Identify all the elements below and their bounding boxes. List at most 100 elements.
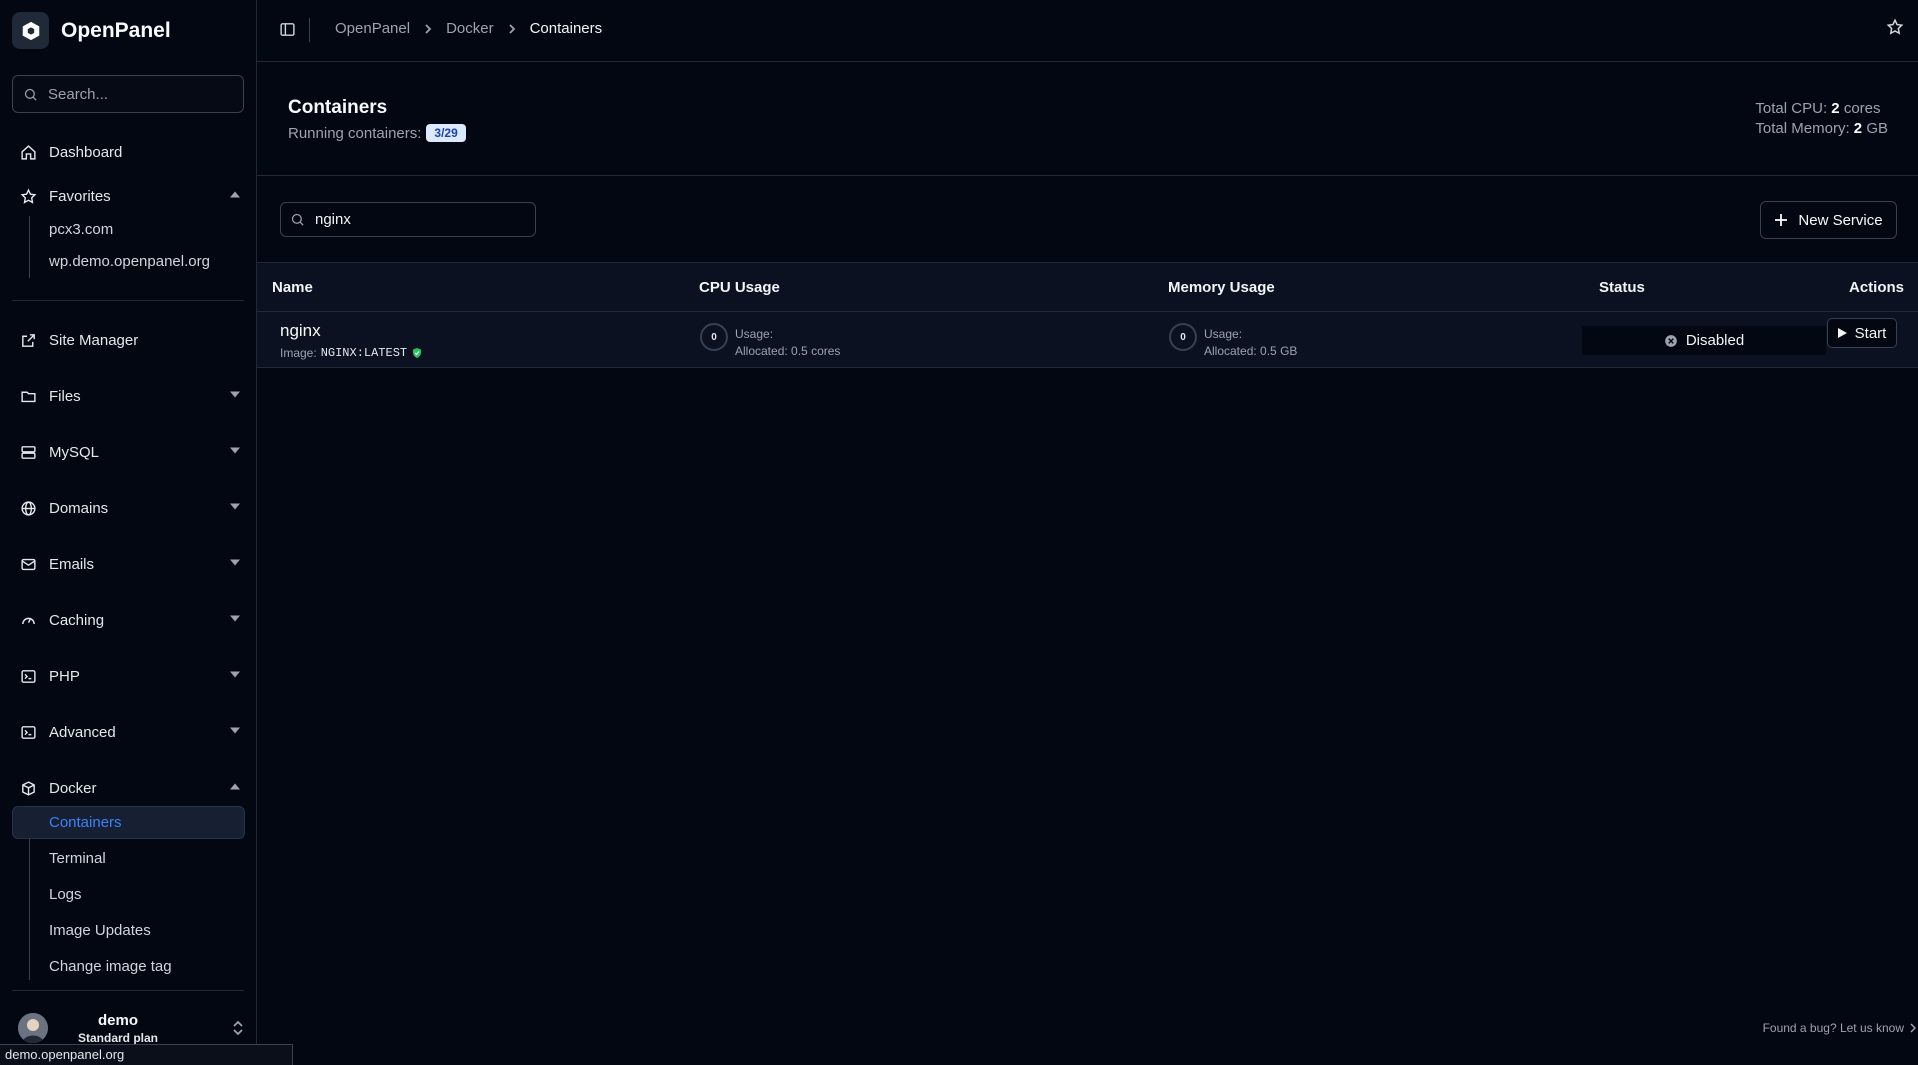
cpu-allocated: Allocated: 0.5 cores (735, 343, 840, 360)
running-containers: Running containers: 3/29 (288, 124, 466, 142)
breadcrumb-docker[interactable]: Docker (446, 20, 494, 37)
column-name[interactable]: Name (272, 279, 313, 296)
chevron-down-icon (230, 503, 240, 510)
cpu-allocated-value: 0.5 cores (791, 344, 841, 358)
sidebar-item-label: MySQL (49, 443, 100, 461)
sidebar-subitem-terminal[interactable]: Terminal (49, 848, 106, 870)
sidebar-item-emails[interactable]: Emails (20, 551, 240, 577)
sidebar-item-mysql[interactable]: MySQL (20, 439, 240, 465)
status-text: Disabled (1685, 332, 1745, 349)
sidebar-item-favorites[interactable]: Favorites (20, 183, 240, 209)
column-actions: Actions (1848, 279, 1904, 296)
sidebar-item-label: Caching (49, 611, 105, 629)
container-name[interactable]: nginx (280, 321, 321, 341)
total-cpu-value: 2 (1831, 100, 1840, 117)
play-icon (1837, 328, 1847, 338)
sidebar-search[interactable] (12, 75, 244, 113)
chevron-down-icon (230, 727, 240, 734)
table-row[interactable]: nginx Image: NGINX:LATEST 0 Usage: Alloc… (257, 312, 1918, 368)
cpu-allocated-label: Allocated: (735, 344, 788, 358)
bug-report-link[interactable]: Found a bug? Let us know (1763, 1021, 1916, 1035)
home-icon (20, 144, 37, 161)
header-divider (309, 18, 310, 42)
user-name: demo (97, 1011, 138, 1029)
sidebar-item-label: Dashboard (49, 143, 123, 161)
search-icon (23, 87, 38, 102)
page-header: Containers Running containers: 3/29 Tota… (257, 62, 1918, 176)
external-link-icon (20, 332, 37, 349)
folder-icon (20, 388, 37, 405)
chevron-up-icon (230, 783, 240, 790)
total-cpu-unit: cores (1843, 100, 1881, 117)
column-cpu-usage[interactable]: CPU Usage (699, 279, 780, 296)
boxes-icon (20, 780, 37, 797)
status-badge: Disabled (1582, 326, 1826, 355)
chevrons-up-down-icon (232, 1020, 244, 1036)
sidebar-item-php[interactable]: PHP (20, 663, 240, 689)
sidebar-subitem-logs[interactable]: Logs (49, 884, 82, 906)
sidebar-item-docker[interactable]: Docker (20, 775, 240, 801)
cpu-metrics: Usage: Allocated: 0.5 cores (735, 326, 840, 360)
app-name: OpenPanel (61, 18, 171, 42)
column-status[interactable]: Status (1599, 279, 1645, 296)
plus-icon (1774, 213, 1788, 227)
column-memory-usage[interactable]: Memory Usage (1168, 279, 1275, 296)
sidebar-search-input[interactable] (46, 84, 226, 104)
total-memory-unit: GB (1866, 120, 1888, 137)
image-label: Image: (280, 346, 317, 360)
openpanel-logo-icon (12, 12, 49, 49)
chevron-up-icon (230, 191, 240, 198)
sidebar-item-label: Emails (49, 555, 95, 573)
app-logo[interactable]: OpenPanel (12, 12, 171, 49)
sidebar-item-label: Domains (49, 499, 109, 517)
total-cpu-label: Total CPU: (1755, 100, 1828, 117)
sidebar-divider (12, 300, 244, 301)
favorite-pcx3[interactable]: pcx3.com (49, 219, 113, 241)
sidebar-item-site-manager[interactable]: Site Manager (20, 327, 240, 353)
chevron-down-icon (230, 391, 240, 398)
sidebar-item-dashboard[interactable]: Dashboard (20, 139, 240, 165)
sidebar-active-highlight (12, 806, 245, 839)
chevron-down-icon (230, 559, 240, 566)
container-search-input[interactable] (313, 210, 513, 229)
sidebar-toggle-icon[interactable] (279, 21, 296, 38)
sidebar-subitem-containers[interactable]: Containers (49, 812, 122, 834)
sidebar-item-advanced[interactable]: Advanced (20, 719, 240, 745)
sidebar: OpenPanel Dashboard Favorites pcx3.com w… (0, 0, 257, 1065)
container-filter[interactable] (280, 202, 536, 237)
user-info: demo Standard plan (48, 1012, 188, 1045)
x-circle-icon (1664, 334, 1678, 348)
chevron-right-icon (424, 23, 432, 35)
favorite-star-icon[interactable] (1886, 18, 1904, 36)
sidebar-item-files[interactable]: Files (20, 383, 240, 409)
sidebar-item-label: Advanced (49, 723, 116, 741)
sidebar-item-caching[interactable]: Caching (20, 607, 240, 633)
total-memory-label: Total Memory: (1755, 120, 1850, 137)
container-image: Image: NGINX:LATEST (280, 346, 423, 360)
sidebar-subitem-change-image-tag[interactable]: Change image tag (49, 956, 172, 978)
cpu-usage-gauge: 0 (700, 323, 728, 351)
new-service-button[interactable]: New Service (1760, 201, 1897, 239)
sidebar-subitem-image-updates[interactable]: Image Updates (49, 920, 151, 942)
start-label: Start (1854, 324, 1887, 342)
breadcrumb-openpanel[interactable]: OpenPanel (335, 20, 410, 37)
browser-status-url: demo.openpanel.org (0, 1044, 293, 1065)
breadcrumb: OpenPanel Docker Containers (335, 20, 602, 37)
top-bar: OpenPanel Docker Containers (257, 0, 1918, 62)
running-containers-label: Running containers: (288, 124, 422, 142)
avatar (18, 1013, 48, 1043)
user-plan: Standard plan (77, 1030, 158, 1045)
memory-metrics: Usage: Allocated: 0.5 GB (1204, 326, 1297, 360)
star-icon (20, 187, 37, 205)
globe-icon (20, 500, 37, 517)
chevron-down-icon (230, 671, 240, 678)
favorite-wp-demo[interactable]: wp.demo.openpanel.org (49, 251, 210, 273)
chevron-down-icon (230, 447, 240, 454)
memory-allocated: Allocated: 0.5 GB (1204, 343, 1297, 360)
sidebar-item-domains[interactable]: Domains (20, 495, 240, 521)
database-icon (20, 444, 37, 461)
table-header: Name CPU Usage Memory Usage Status Actio… (257, 262, 1918, 312)
memory-usage-gauge: 0 (1169, 323, 1197, 351)
memory-allocated-value: 0.5 GB (1260, 344, 1298, 358)
start-button[interactable]: Start (1827, 318, 1897, 348)
